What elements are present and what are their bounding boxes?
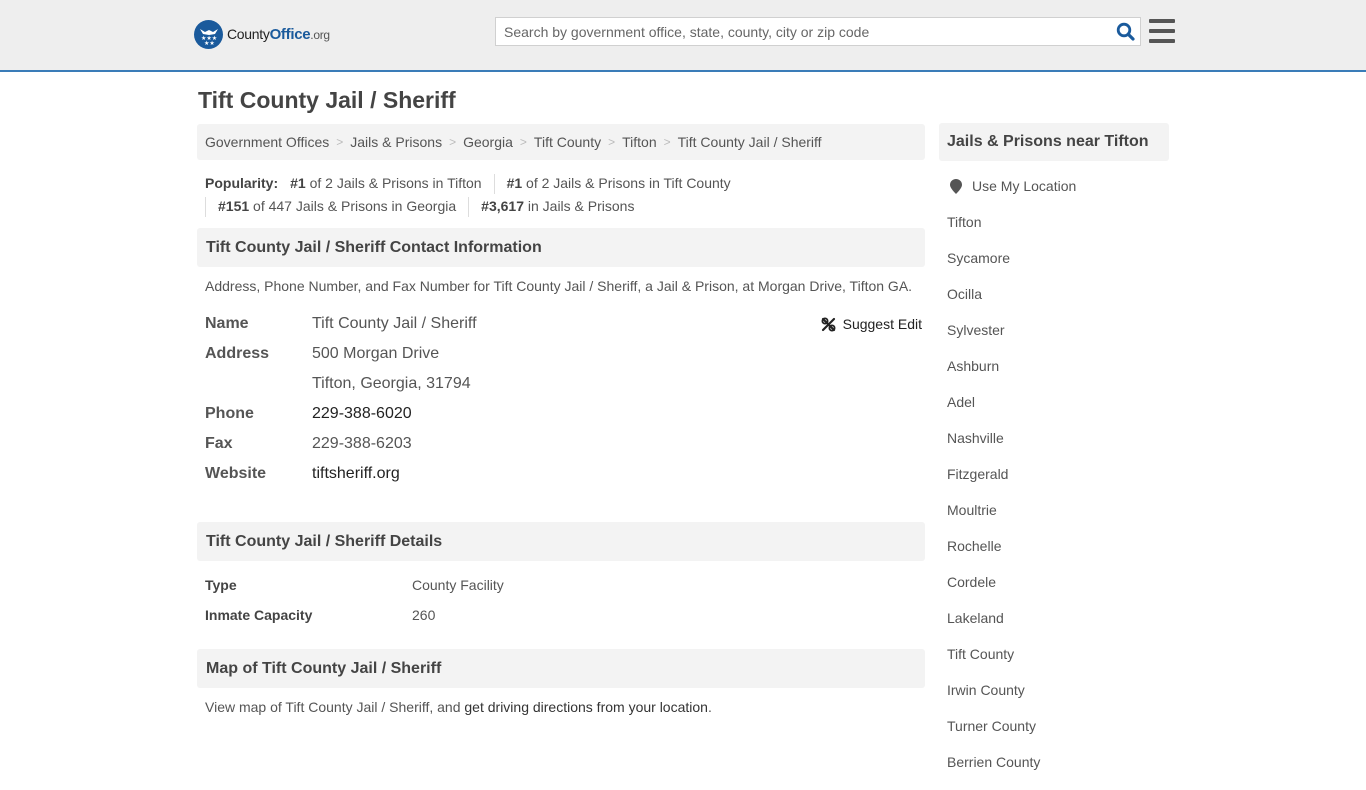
details-row: Inmate Capacity 260 xyxy=(197,600,925,630)
address-row-2: Tifton, Georgia, 31794 xyxy=(205,369,925,399)
breadcrumb-separator: > xyxy=(336,135,344,149)
main-content: Government Offices > Jails & Prisons > G… xyxy=(197,124,925,715)
popularity-rank-item: #3,617 in Jails & Prisons xyxy=(481,198,635,214)
popularity-rank-item: #151 of 447 Jails & Prisons in Georgia xyxy=(218,198,457,214)
search-button[interactable] xyxy=(1110,18,1140,45)
divider xyxy=(468,196,470,217)
site-header: ★★★ ★★ CountyOffice.org xyxy=(0,0,1366,72)
driving-directions-link[interactable]: get driving directions from your locatio… xyxy=(464,699,708,715)
breadcrumb-item[interactable]: Jails & Prisons xyxy=(350,134,442,150)
fax-label: Fax xyxy=(205,435,233,452)
nearby-list: Use My Location Tifton Sycamore Ocilla S… xyxy=(939,178,1169,790)
search-input[interactable] xyxy=(496,18,1110,45)
map-description: View map of Tift County Jail / Sheriff, … xyxy=(205,699,712,715)
breadcrumb-item[interactable]: Government Offices xyxy=(205,134,329,150)
phone-link[interactable]: 229-388-6020 xyxy=(312,405,412,422)
sidebar-nearby: Jails & Prisons near Tifton Use My Locat… xyxy=(939,123,1169,790)
nearby-link[interactable]: Cordele xyxy=(947,574,996,590)
nearby-link[interactable]: Irwin County xyxy=(947,682,1025,698)
address-row: Address 500 Morgan Drive xyxy=(205,339,925,369)
page-title: Tift County Jail / Sheriff xyxy=(198,87,456,113)
suggest-edit-link[interactable]: Suggest Edit xyxy=(843,316,922,332)
nearby-link[interactable]: Moultrie xyxy=(947,502,997,518)
breadcrumb-separator: > xyxy=(608,135,616,149)
website-label: Website xyxy=(205,465,267,482)
phone-row: Phone 229-388-6020 xyxy=(205,399,925,429)
site-logo[interactable]: ★★★ ★★ CountyOffice.org xyxy=(194,20,330,49)
svg-text:★★: ★★ xyxy=(204,40,215,45)
nearby-link[interactable]: Tift County xyxy=(947,646,1014,662)
nearby-link[interactable]: Ashburn xyxy=(947,358,999,374)
breadcrumb-item[interactable]: Tifton xyxy=(622,134,657,150)
popularity-label: Popularity: xyxy=(205,175,279,191)
divider xyxy=(493,173,495,194)
fax-value: 229-388-6203 xyxy=(312,435,412,452)
search-icon xyxy=(1116,22,1135,41)
nearby-link[interactable]: Sylvester xyxy=(947,322,1005,338)
fax-row: Fax 229-388-6203 xyxy=(205,429,925,459)
details-row: Type County Facility xyxy=(197,570,925,600)
divider xyxy=(205,196,206,217)
contact-section-heading: Tift County Jail / Sheriff Contact Infor… xyxy=(197,228,925,267)
contact-description: Address, Phone Number, and Fax Number fo… xyxy=(205,278,913,294)
address-line2: Tifton, Georgia, 31794 xyxy=(312,375,471,392)
contact-info: Suggest Edit Name Tift County Jail / She… xyxy=(197,309,925,489)
suggest-edit[interactable]: Suggest Edit xyxy=(821,309,922,339)
breadcrumb-item[interactable]: Georgia xyxy=(463,134,513,150)
search-bar xyxy=(495,17,1141,46)
nearby-link[interactable]: Turner County xyxy=(947,718,1036,734)
sidebar-heading: Jails & Prisons near Tifton xyxy=(939,123,1169,161)
name-row: Name Tift County Jail / Sheriff xyxy=(205,309,925,339)
phone-label: Phone xyxy=(205,405,254,422)
details-label: Inmate Capacity xyxy=(205,607,313,623)
details-section-heading: Tift County Jail / Sheriff Details xyxy=(197,522,925,561)
nearby-link[interactable]: Sycamore xyxy=(947,250,1010,266)
map-pin-icon xyxy=(950,179,962,194)
nearby-link[interactable]: Nashville xyxy=(947,430,1004,446)
popularity-rankings: Popularity: #1 of 2 Jails & Prisons in T… xyxy=(197,172,925,218)
address-line1: 500 Morgan Drive xyxy=(312,345,440,362)
broken-link-icon xyxy=(821,317,836,331)
breadcrumb-current[interactable]: Tift County Jail / Sheriff xyxy=(678,134,822,150)
nearby-link[interactable]: Fitzgerald xyxy=(947,466,1008,482)
nearby-link[interactable]: Tifton xyxy=(947,214,982,230)
use-my-location-link[interactable]: Use My Location xyxy=(972,178,1076,194)
eagle-stars-logo-icon: ★★★ ★★ xyxy=(194,20,223,49)
website-row: Website tiftsheriff.org xyxy=(205,459,925,489)
nearby-link[interactable]: Lakeland xyxy=(947,610,1004,626)
details-value: 260 xyxy=(412,607,436,623)
name-label: Name xyxy=(205,315,249,332)
logo-text: CountyOffice.org xyxy=(227,26,330,43)
website-link[interactable]: tiftsheriff.org xyxy=(312,465,400,482)
popularity-rank-item: #1 of 2 Jails & Prisons in Tift County xyxy=(506,175,731,191)
breadcrumb-item[interactable]: Tift County xyxy=(534,134,601,150)
use-my-location[interactable]: Use My Location xyxy=(947,178,1169,214)
details-value: County Facility xyxy=(412,577,504,593)
nearby-link[interactable]: Adel xyxy=(947,394,975,410)
nearby-link[interactable]: Ocilla xyxy=(947,286,982,302)
name-value: Tift County Jail / Sheriff xyxy=(312,315,477,332)
address-label: Address xyxy=(205,345,270,362)
popularity-rank-item: #1 of 2 Jails & Prisons in Tifton xyxy=(290,175,482,191)
map-section-heading: Map of Tift County Jail / Sheriff xyxy=(197,649,925,688)
breadcrumb-separator: > xyxy=(519,135,527,149)
nearby-link[interactable]: Rochelle xyxy=(947,538,1001,554)
details-label: Type xyxy=(205,577,237,593)
details-table: Type County Facility Inmate Capacity 260 xyxy=(197,570,925,630)
hamburger-menu-icon[interactable] xyxy=(1149,19,1175,43)
breadcrumb-separator: > xyxy=(663,135,671,149)
breadcrumb: Government Offices > Jails & Prisons > G… xyxy=(197,124,925,160)
breadcrumb-separator: > xyxy=(449,135,457,149)
